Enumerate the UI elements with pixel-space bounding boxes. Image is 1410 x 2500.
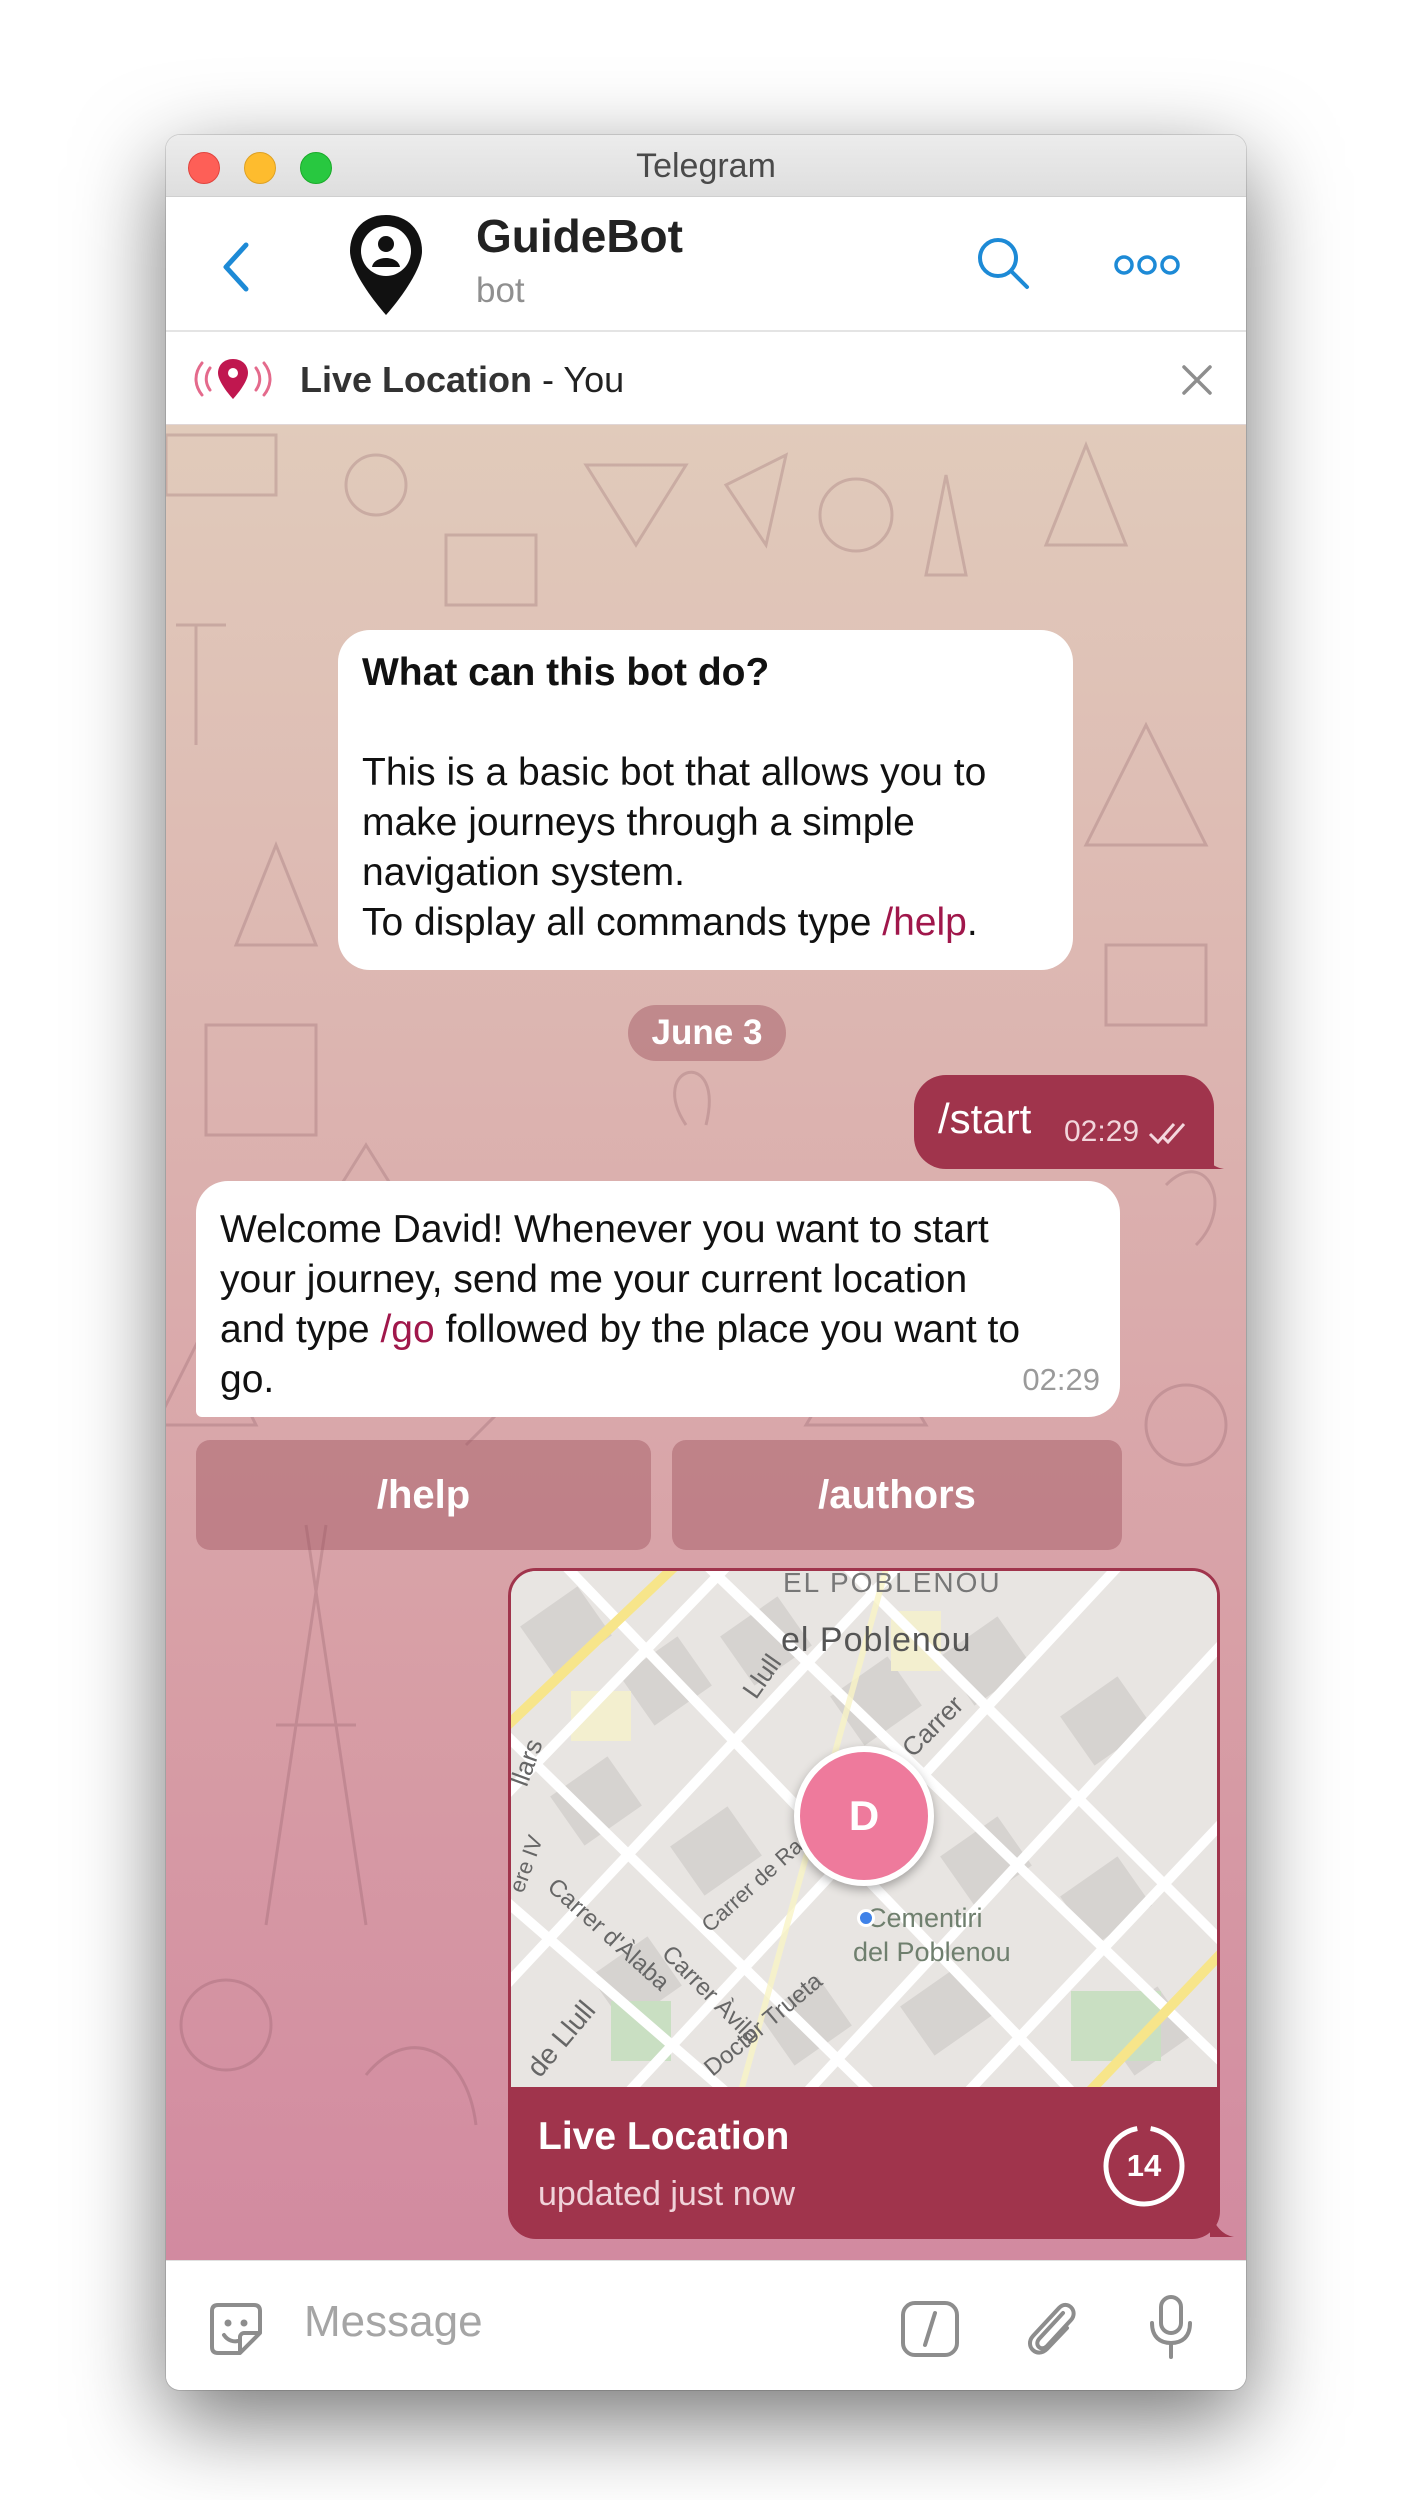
live-location-title: Live Location <box>538 2115 790 2158</box>
close-icon[interactable] <box>1178 361 1216 399</box>
welcome-line: and type /go followed by the place you w… <box>220 1305 1096 1355</box>
read-checkmarks-icon <box>1148 1123 1186 1145</box>
sticker-icon[interactable] <box>204 2297 268 2361</box>
chat-header: GuideBot bot <box>166 197 1246 332</box>
bot-info-line: This is a basic bot that allows you to <box>362 751 987 794</box>
message-input[interactable]: Message <box>304 2297 483 2347</box>
bot-info-bubble: What can this bot do? This is a basic bo… <box>338 630 1073 970</box>
user-avatar-pin[interactable]: D <box>794 1746 934 1886</box>
welcome-line: your journey, send me your current locat… <box>220 1258 968 1301</box>
message-input-bar: Message <box>166 2260 1246 2390</box>
bot-info-line: make journeys through a simple <box>362 801 915 844</box>
timer-minutes: 14 <box>1126 2148 1162 2183</box>
bot-welcome-message[interactable]: Welcome David! Whenever you want to star… <box>196 1181 1120 1417</box>
back-arrow-icon[interactable] <box>216 239 256 295</box>
live-location-text: Live Location - You <box>300 359 624 401</box>
go-command-link[interactable]: /go <box>380 1308 434 1351</box>
message-time: 02:29 <box>1022 1362 1100 1397</box>
map-label: Cementiri <box>867 1903 983 1933</box>
live-location-bar[interactable]: Live Location - You <box>166 333 1246 425</box>
more-options-icon[interactable] <box>1112 245 1182 285</box>
bot-info-line: navigation system. <box>362 851 685 894</box>
live-location-footer: Live Location updated just now 14 <box>511 2087 1217 2236</box>
window-title: Telegram <box>636 147 776 185</box>
attach-icon[interactable] <box>1021 2295 1081 2361</box>
message-time: 02:29 <box>1064 1115 1140 1148</box>
live-location-label: Live Location <box>300 359 533 400</box>
telegram-window: Telegram GuideBot bot Live Location - Yo… <box>166 135 1246 2390</box>
chat-area: What can this bot do? This is a basic bo… <box>166 425 1246 2260</box>
live-location-owner: - You <box>532 359 625 400</box>
welcome-text: and type <box>220 1308 381 1351</box>
welcome-line: go. <box>220 1358 275 1401</box>
outgoing-message-text: /start <box>938 1095 1032 1142</box>
outgoing-message[interactable]: /start 02:29 <box>914 1075 1224 1169</box>
map-label: del Poblenou <box>853 1937 1011 1967</box>
bot-info-text: . <box>966 901 978 944</box>
live-location-message[interactable]: EL POBLENOU el Poblenou Cementiri del Po… <box>508 1568 1220 2239</box>
bot-info-title: What can this bot do? <box>362 651 770 694</box>
welcome-text: followed by the place you want to <box>434 1308 1021 1351</box>
bot-info-text: To display all commands type <box>362 901 883 944</box>
map-label: EL POBLENOU <box>783 1568 1002 1598</box>
current-position-dot <box>857 1909 875 1927</box>
map-view[interactable]: EL POBLENOU el Poblenou Cementiri del Po… <box>511 1571 1217 2087</box>
bot-info-line: To display all commands type /help. <box>362 898 1049 948</box>
bot-avatar-pin-icon[interactable] <box>346 211 426 321</box>
title-bar: Telegram <box>166 135 1246 197</box>
live-location-icon <box>194 359 272 399</box>
location-bubble-tail <box>1210 2211 1234 2237</box>
search-icon[interactable] <box>973 233 1033 293</box>
help-command-link[interactable]: /help <box>882 901 967 944</box>
microphone-icon[interactable] <box>1146 2293 1196 2363</box>
bot-commands-icon[interactable] <box>899 2299 961 2359</box>
welcome-line: Welcome David! Whenever you want to star… <box>220 1208 989 1251</box>
bot-name[interactable]: GuideBot <box>476 209 683 263</box>
map-label: el Poblenou <box>781 1621 972 1659</box>
live-location-updated: updated just now <box>538 2175 796 2213</box>
bubble-tail <box>1200 1145 1224 1169</box>
date-separator: June 3 <box>628 1005 786 1061</box>
keyboard-button-help[interactable]: /help <box>196 1440 651 1550</box>
keyboard-button-authors[interactable]: /authors <box>672 1440 1122 1550</box>
bot-subtitle: bot <box>476 271 525 310</box>
